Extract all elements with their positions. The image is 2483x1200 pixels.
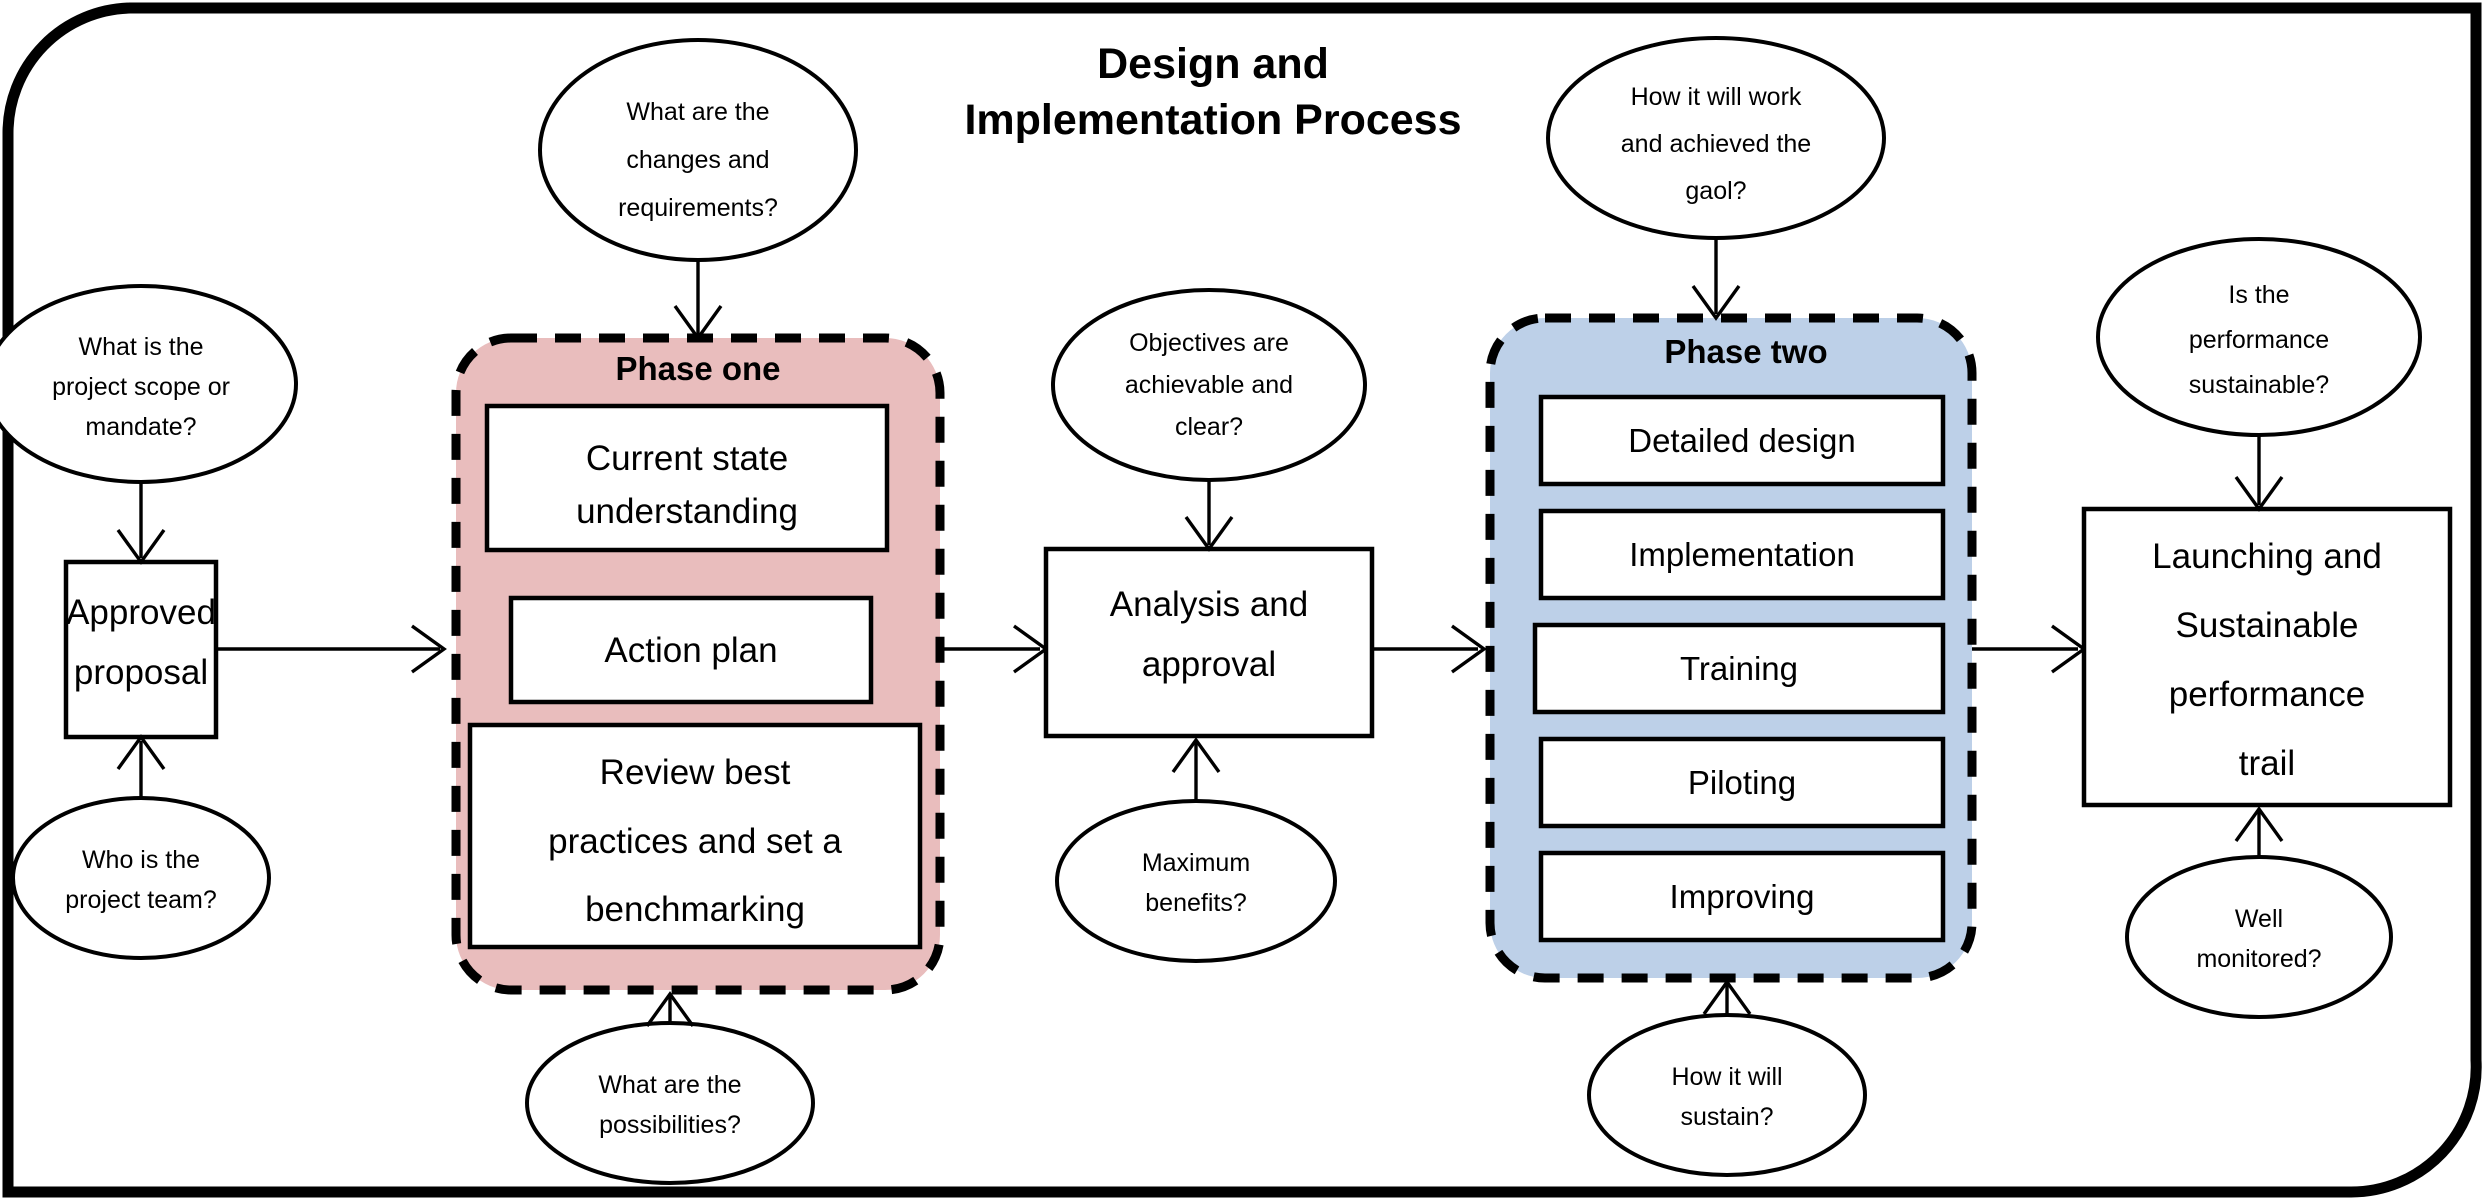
analysis-line-0: Analysis and	[1110, 585, 1308, 624]
step-review-best-practices[interactable]: Review best practices and set a benchmar…	[467, 722, 923, 950]
phase-two-label: Phase two	[1664, 333, 1827, 370]
q-how-sustain-line-1: sustain?	[1680, 1103, 1773, 1131]
q-project-scope-line-1: project scope or	[52, 373, 230, 401]
launching-line-3: trail	[2239, 744, 2295, 783]
approved-proposal-line-0: Approved	[66, 593, 216, 632]
q-how-sustain-line-0: How it will	[1671, 1063, 1782, 1091]
q-possibilities-line-1: possibilities?	[599, 1111, 741, 1139]
q-objectives-line-0: Objectives are	[1129, 329, 1289, 357]
q-changes-line-0: What are the	[626, 98, 769, 126]
q-perf-line-2: sustainable?	[2189, 371, 2329, 399]
phase-one-group[interactable]: Phase one Current state understanding Ac…	[451, 333, 945, 995]
q-perf-line-0: Is the	[2228, 281, 2289, 309]
diagram-canvas: Design and Implementation Process Approv…	[0, 0, 2483, 1200]
q-how-work-line-1: and achieved the	[1621, 130, 1811, 158]
improving-line-0: Improving	[1670, 878, 1815, 915]
review-best-line-0: Review best	[600, 753, 791, 792]
current-state-line-1: understanding	[576, 492, 798, 531]
approved-proposal-box[interactable]	[63, 559, 219, 740]
phase-one-label: Phase one	[615, 350, 780, 387]
q-objectives-line-1: achievable and	[1125, 371, 1293, 399]
q-well-monitored-line-0: Well	[2235, 905, 2283, 933]
title-line-1: Design and	[1097, 40, 1329, 88]
implementation-line-0: Implementation	[1629, 536, 1855, 573]
q-changes-line-1: changes and	[626, 146, 769, 174]
phase-two-group[interactable]: Phase two Detailed design Implementation…	[1485, 313, 1977, 983]
q-how-work-line-2: gaol?	[1685, 177, 1746, 205]
q-max-benefits-line-0: Maximum	[1142, 849, 1250, 877]
title-line-2: Implementation Process	[964, 96, 1461, 144]
q-project-scope-line-2: mandate?	[85, 413, 196, 441]
analysis-line-1: approval	[1142, 645, 1276, 684]
approved-proposal-line-1: proposal	[74, 653, 208, 692]
launching-line-2: performance	[2169, 675, 2365, 714]
q-possibilities-line-0: What are the	[598, 1071, 741, 1099]
piloting-line-0: Piloting	[1688, 764, 1796, 801]
step-improving[interactable]: Improving	[1538, 850, 1946, 943]
analysis-approval-box[interactable]	[1043, 546, 1375, 739]
q-max-benefits-line-1: benefits?	[1145, 889, 1246, 917]
q-well-monitored-ellipse[interactable]	[2125, 855, 2393, 1019]
q-perf-line-1: performance	[2189, 326, 2329, 354]
step-piloting[interactable]: Piloting	[1538, 736, 1946, 829]
q-project-team-line-0: Who is the	[82, 846, 200, 874]
q-how-sustain-ellipse[interactable]	[1587, 1013, 1867, 1177]
step-current-state-understanding[interactable]: Current state understanding	[484, 403, 890, 553]
step-implementation[interactable]: Implementation	[1538, 508, 1946, 601]
node-approved-proposal[interactable]: Approved proposal	[63, 559, 219, 740]
q-project-team-ellipse[interactable]	[11, 796, 271, 960]
step-action-plan[interactable]: Action plan	[508, 595, 874, 705]
q-how-work-line-0: How it will work	[1631, 83, 1802, 111]
node-analysis-and-approval[interactable]: Analysis and approval	[1043, 546, 1375, 739]
q-project-scope-line-0: What is the	[78, 333, 203, 361]
step-detailed-design[interactable]: Detailed design	[1538, 394, 1946, 487]
training-line-0: Training	[1680, 650, 1798, 687]
q-changes-line-2: requirements?	[618, 194, 778, 222]
action-plan-line-0: Action plan	[604, 631, 777, 670]
launching-line-0: Launching and	[2152, 537, 2382, 576]
q-possibilities-ellipse[interactable]	[525, 1021, 815, 1185]
launching-line-1: Sustainable	[2176, 606, 2359, 645]
step-training[interactable]: Training	[1532, 622, 1946, 715]
node-launching-sustainable[interactable]: Launching and Sustainable performance tr…	[2081, 506, 2453, 808]
design-implementation-process-diagram: Design and Implementation Process Approv…	[0, 2, 2482, 1198]
detailed-design-line-0: Detailed design	[1628, 422, 1856, 459]
q-project-team-line-1: project team?	[65, 886, 216, 914]
q-maximum-benefits-ellipse[interactable]	[1055, 799, 1337, 963]
q-well-monitored-line-1: monitored?	[2196, 945, 2321, 973]
review-best-line-2: benchmarking	[585, 890, 805, 929]
current-state-line-0: Current state	[586, 439, 788, 478]
review-best-line-1: practices and set a	[548, 822, 842, 861]
q-objectives-line-2: clear?	[1175, 413, 1243, 441]
